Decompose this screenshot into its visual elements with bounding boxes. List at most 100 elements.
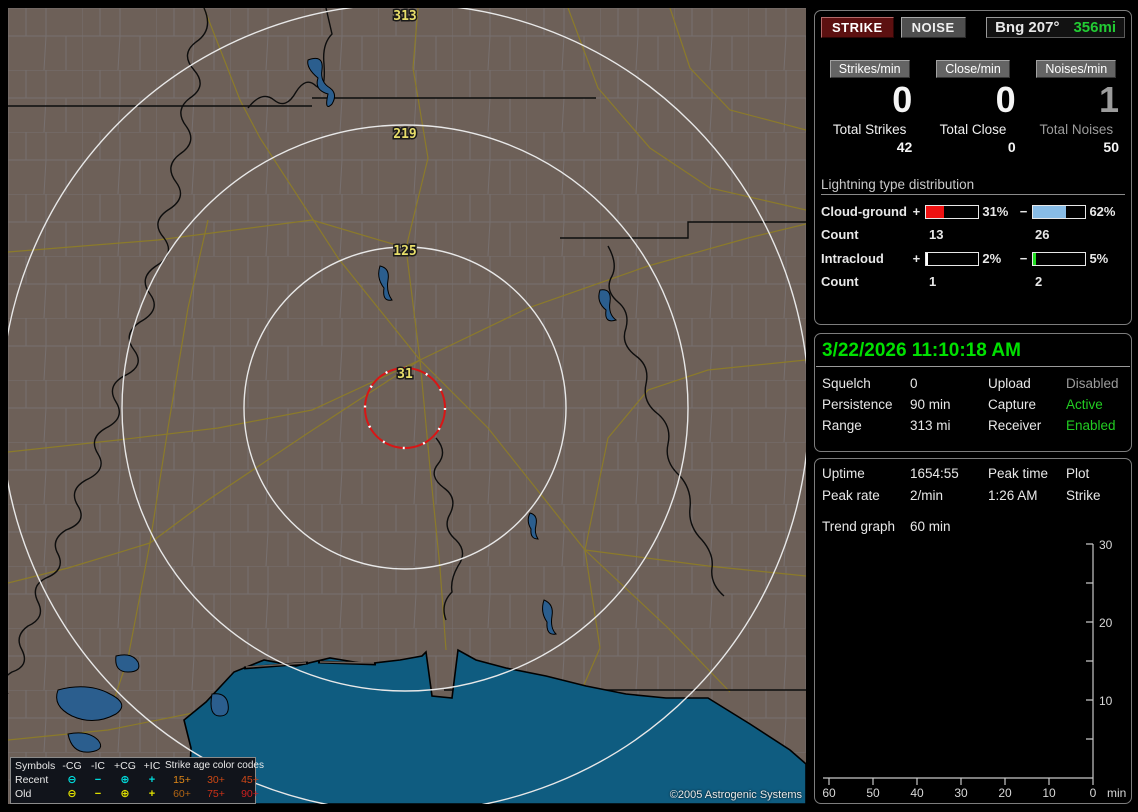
plus-sign: + <box>912 251 921 266</box>
status-panel: 3/22/2026 11:10:18 AM Squelch 0 Upload D… <box>814 333 1132 452</box>
age-30: 30+ <box>207 774 225 786</box>
cg-minus-bar-fill <box>1033 205 1066 218</box>
range-label: Range <box>822 418 862 433</box>
strike-counters-panel: STRIKE NOISE Bng 207° 356mi Strikes/min 0… <box>814 10 1132 325</box>
cg-plus-bar <box>924 204 980 219</box>
old-pic-icon: + <box>148 788 156 800</box>
strikes-per-min-value: 0 <box>892 79 913 120</box>
x-tick-30: 30 <box>954 786 968 800</box>
cg-plus-count: 13 <box>929 227 944 242</box>
strikes-per-min-badge: Strikes/min <box>829 60 910 78</box>
x-tick-40: 40 <box>910 786 924 800</box>
trend-panel: Uptime 1654:55 Peak time Plot Peak rate … <box>814 458 1132 804</box>
squelch-label: Squelch <box>822 376 871 391</box>
persistence-value: 90 min <box>910 397 951 412</box>
legend-col-ncg: -CG <box>62 760 82 772</box>
capture-status: Active <box>1066 397 1103 412</box>
ic-plus-pct: 2% <box>982 251 1002 266</box>
distribution-title: Lightning type distribution <box>821 177 1125 195</box>
recent-pcg-icon: ⊕ <box>120 774 130 786</box>
x-tick-0: 0 <box>1090 786 1097 800</box>
noises-per-min-badge: Noises/min <box>1036 60 1117 78</box>
total-close-label: Total Close <box>939 122 1007 137</box>
ring-label-31: 31 <box>397 367 413 382</box>
cloud-ground-row: Cloud-ground + 31% − 62% <box>815 195 1131 219</box>
age-90: 90+ <box>241 788 259 800</box>
y-tick-30: 30 <box>1099 538 1113 552</box>
total-strikes-label: Total Strikes <box>832 122 907 137</box>
x-tick-60: 60 <box>822 786 836 800</box>
total-strikes-value: 42 <box>896 139 913 155</box>
strike-toggle-button[interactable]: STRIKE <box>821 17 894 38</box>
lightning-map[interactable]: 313 219 125 31 Symbols -CG -IC +CG +IC S… <box>8 8 806 804</box>
cg-minus-pct: 62% <box>1089 204 1116 219</box>
persistence-label: Persistence <box>822 397 893 412</box>
cg-minus-bar <box>1032 204 1087 219</box>
total-close-value: 0 <box>1007 139 1016 155</box>
old-nic-icon: − <box>94 788 102 800</box>
strike-symbol-legend: Symbols -CG -IC +CG +IC Strike age color… <box>10 757 264 804</box>
receiver-label: Receiver <box>988 418 1042 433</box>
squelch-value: 0 <box>910 376 918 391</box>
capture-label: Capture <box>988 397 1037 412</box>
cloud-ground-label: Cloud-ground <box>821 204 907 219</box>
ic-plus-count: 1 <box>929 274 937 289</box>
x-tick-10: 10 <box>1042 786 1056 800</box>
ring-label-125: 125 <box>393 244 416 259</box>
old-pcg-icon: ⊕ <box>120 788 130 800</box>
legend-col-pic: +IC <box>143 760 161 772</box>
total-noises-label: Total Noises <box>1039 122 1114 137</box>
recent-ncg-icon: ⊖ <box>67 774 77 786</box>
strikes-counter: Strikes/min 0 Total Strikes 42 <box>823 60 916 155</box>
cg-plus-bar-fill <box>925 205 945 218</box>
plus-sign: + <box>912 204 921 219</box>
copyright-text: ©2005 Astrogenic Systems <box>669 789 802 801</box>
minus-sign: − <box>1019 251 1028 266</box>
cloud-ground-count-row: Count 13 26 <box>815 219 1131 242</box>
range-value: 313 mi <box>910 418 951 433</box>
ring-label-219: 219 <box>393 127 416 142</box>
receiver-status: Enabled <box>1066 418 1116 433</box>
ic-plus-bar-fill <box>925 252 928 265</box>
legend-row-old-label: Old <box>15 788 32 800</box>
close-counter: Close/min 0 Total Close 0 <box>926 60 1019 155</box>
close-per-min-badge: Close/min <box>936 60 1010 78</box>
cg-count-label: Count <box>821 227 859 242</box>
x-tick-50: 50 <box>866 786 880 800</box>
bearing-readout: Bng 207° 356mi <box>986 17 1125 38</box>
y-tick-20: 20 <box>1099 616 1113 630</box>
legend-row-recent-label: Recent <box>15 774 49 786</box>
x-axis-unit: min <box>1107 786 1126 800</box>
ring-label-313: 313 <box>393 9 416 24</box>
ic-minus-bar <box>1032 251 1087 266</box>
legend-col-nic: -IC <box>91 760 105 772</box>
close-per-min-value: 0 <box>995 79 1016 120</box>
legend-age-header: Strike age color codes <box>165 760 264 771</box>
date-time-display: 3/22/2026 11:10:18 AM <box>816 334 1130 367</box>
ic-minus-count: 2 <box>1035 274 1043 289</box>
old-ncg-icon: ⊖ <box>67 788 77 800</box>
cg-plus-pct: 31% <box>982 204 1009 219</box>
upload-label: Upload <box>988 376 1031 391</box>
ic-minus-bar-fill <box>1033 252 1037 265</box>
legend-col-pcg: +CG <box>114 760 136 772</box>
noises-per-min-value: 1 <box>1098 79 1119 120</box>
age-15: 15+ <box>173 774 191 786</box>
intracloud-label: Intracloud <box>821 251 884 266</box>
intracloud-count-row: Count 1 2 <box>815 266 1131 289</box>
minus-sign: − <box>1019 204 1028 219</box>
recent-pic-icon: + <box>148 774 156 786</box>
ic-count-label: Count <box>821 274 859 289</box>
y-tick-10: 10 <box>1099 694 1113 708</box>
noise-toggle-button[interactable]: NOISE <box>900 17 966 38</box>
upload-status: Disabled <box>1066 376 1119 391</box>
total-noises-value: 50 <box>1103 139 1119 155</box>
legend-symbols-header: Symbols <box>15 760 56 772</box>
ic-minus-pct: 5% <box>1089 251 1109 266</box>
map-canvas: 313 219 125 31 <box>8 8 806 804</box>
intracloud-row: Intracloud + 2% − 5% <box>815 242 1131 266</box>
noises-counter: Noises/min 1 Total Noises 50 <box>1030 60 1123 155</box>
trend-graph: 30 20 10 60 50 40 30 20 10 0 min <box>822 538 1126 800</box>
age-45: 45+ <box>241 774 259 786</box>
ic-plus-bar <box>924 251 980 266</box>
